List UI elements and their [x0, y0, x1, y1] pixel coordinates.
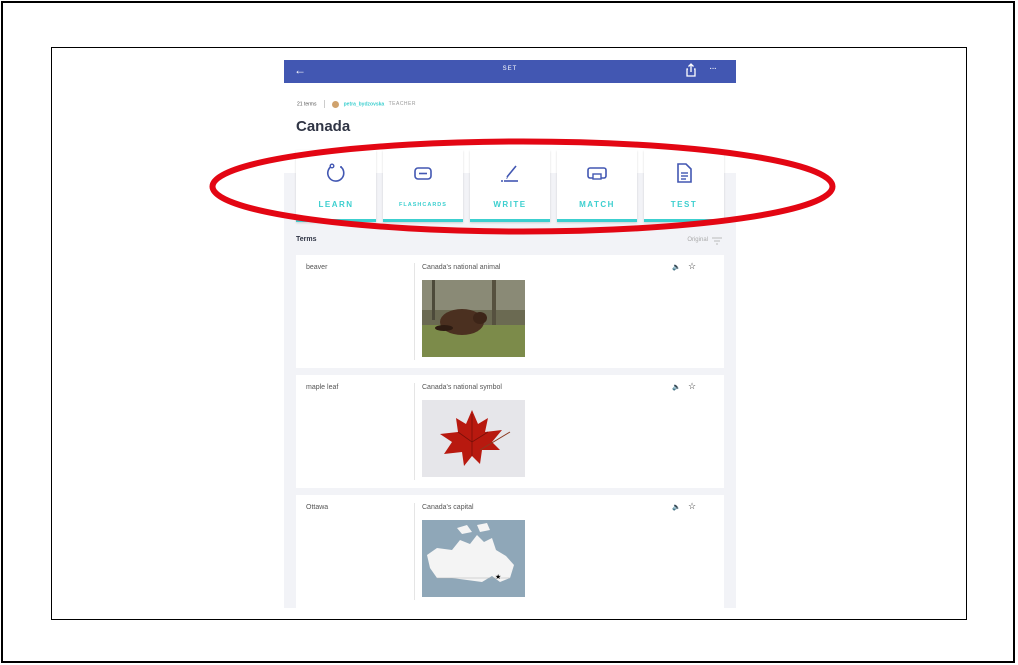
term-text: beaver: [306, 264, 328, 271]
top-bar-title: SET: [502, 66, 518, 72]
terms-header: Terms Original: [296, 236, 724, 248]
star-icon[interactable]: ☆: [688, 501, 696, 512]
term-card: maple leaf Canada's national symbol 🔈 ☆: [296, 375, 724, 488]
definition-text: Canada's capital: [422, 504, 474, 511]
speaker-icon[interactable]: 🔈: [672, 503, 681, 511]
card-divider: [414, 383, 415, 480]
top-bar: ← SET ···: [284, 60, 736, 83]
speaker-icon[interactable]: 🔈: [672, 263, 681, 271]
filter-icon[interactable]: [712, 237, 722, 245]
page-title: Canada: [296, 118, 351, 135]
card-divider: [414, 503, 415, 600]
set-meta: 21 terms petra_bydzovska TEACHER: [297, 100, 416, 108]
svg-text:★: ★: [495, 573, 501, 581]
term-card: beaver Canada's national animal 🔈 ☆: [296, 255, 724, 368]
sort-dropdown[interactable]: Original: [687, 237, 708, 243]
term-card: Ottawa Canada's capital 🔈 ☆ ★: [296, 495, 724, 608]
terms-heading: Terms: [296, 236, 317, 243]
creator-link[interactable]: petra_bydzovska: [344, 101, 385, 107]
term-count: 21 terms: [297, 101, 317, 108]
beaver-image: [422, 280, 525, 357]
definition-text: Canada's national animal: [422, 264, 501, 271]
creator-role: TEACHER: [388, 101, 416, 108]
canada-map-image: ★: [422, 520, 525, 597]
term-text: maple leaf: [306, 384, 339, 391]
avatar[interactable]: [332, 100, 340, 108]
term-text: Ottawa: [306, 504, 329, 511]
maple-leaf-image: [422, 400, 525, 477]
card-divider: [414, 263, 415, 360]
more-options-button[interactable]: ···: [709, 63, 717, 74]
share-icon[interactable]: [683, 62, 699, 78]
definition-text: Canada's national symbol: [422, 384, 502, 391]
star-icon[interactable]: ☆: [688, 381, 696, 392]
highlight-oval: [209, 138, 836, 235]
meta-divider: [323, 100, 325, 108]
star-icon[interactable]: ☆: [688, 261, 696, 272]
speaker-icon[interactable]: 🔈: [672, 383, 681, 391]
